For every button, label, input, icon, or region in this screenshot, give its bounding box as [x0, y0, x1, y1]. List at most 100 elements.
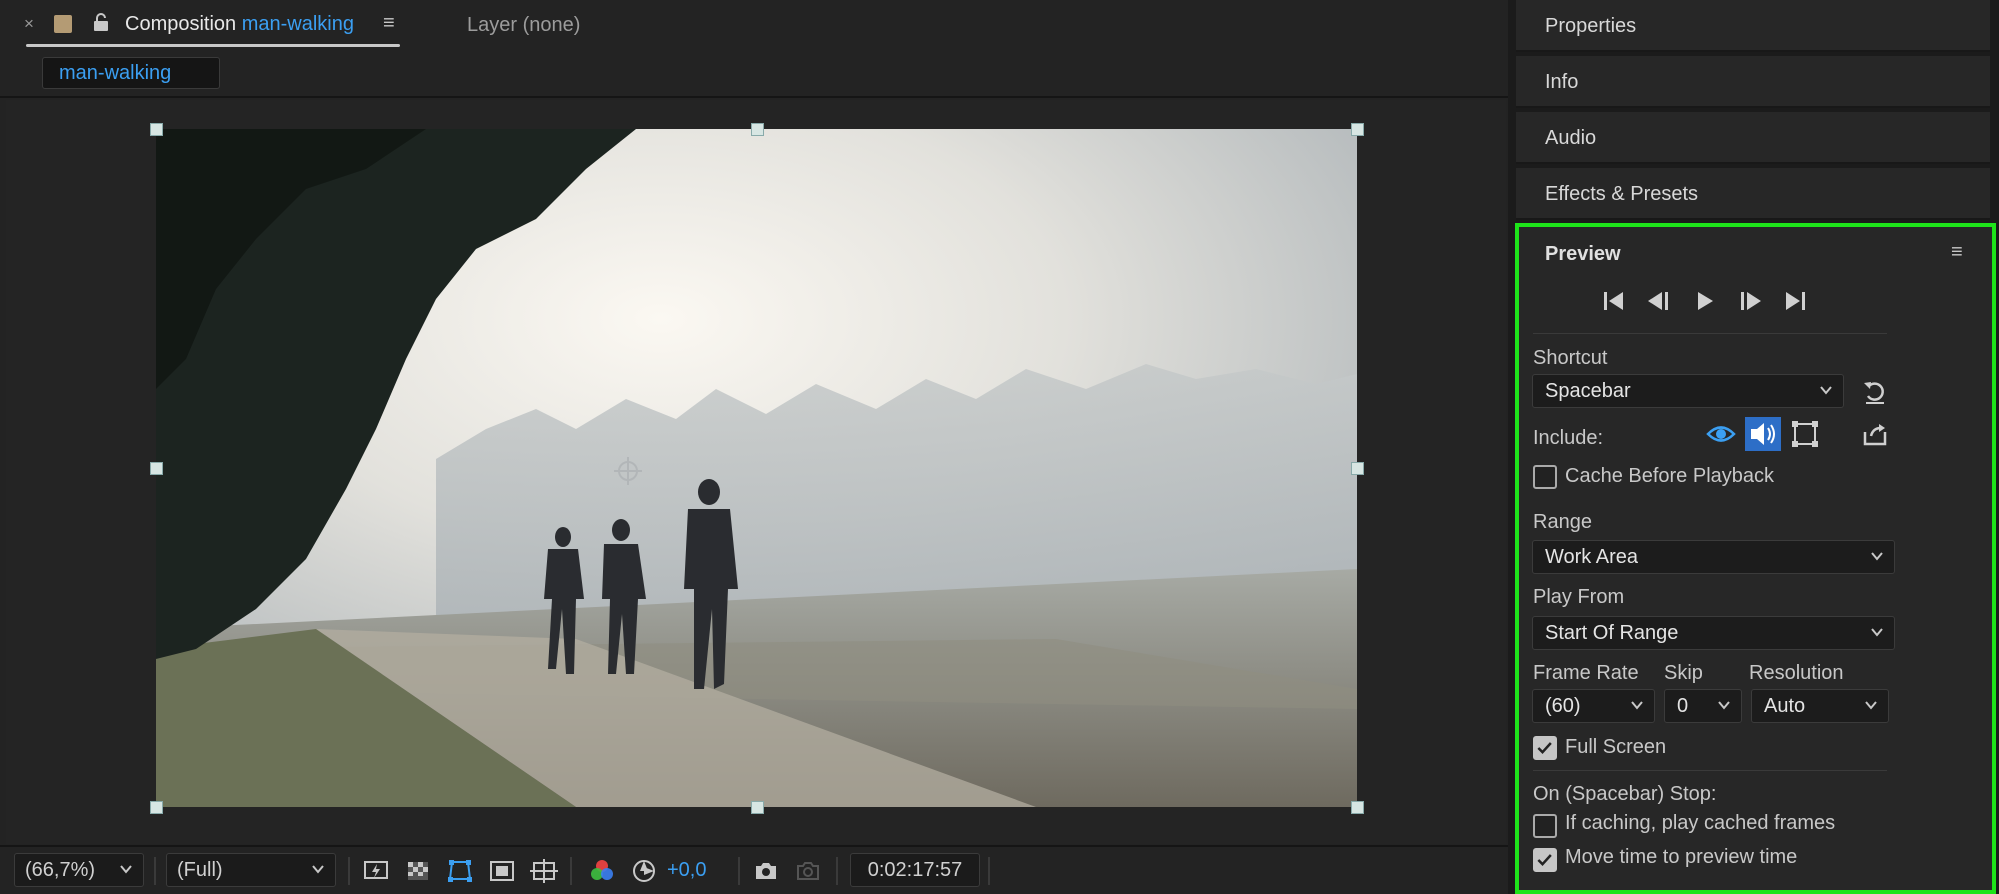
- audio-panel-header[interactable]: Audio: [1516, 112, 1990, 164]
- skip-value: 0: [1677, 695, 1689, 717]
- toolbar-divider: [154, 857, 156, 885]
- first-frame-icon[interactable]: [1600, 289, 1628, 313]
- include-label: Include:: [1533, 427, 1604, 449]
- composition-tab-name: man-walking: [241, 13, 354, 35]
- shortcut-label: Shortcut: [1533, 347, 1608, 369]
- preview-panel-title: Preview: [1545, 243, 1621, 265]
- range-dropdown[interactable]: Work Area: [1532, 540, 1895, 574]
- skip-dropdown[interactable]: 0: [1664, 689, 1742, 723]
- region-of-interest-icon[interactable]: [488, 857, 516, 885]
- panel-menu-icon[interactable]: ≡: [1951, 241, 1963, 264]
- toolbar-divider: [738, 857, 740, 885]
- toolbar-divider: [348, 857, 350, 885]
- shortcut-value: Spacebar: [1545, 380, 1631, 402]
- transform-handle-bottom-right[interactable]: [1351, 801, 1364, 814]
- composition-navigator-bar: man-walking: [0, 52, 1508, 98]
- include-video-eye-icon[interactable]: [1703, 417, 1739, 451]
- checkmark-icon: [1537, 742, 1552, 754]
- resolution-value: (Full): [177, 859, 223, 881]
- panel-menu-icon[interactable]: ≡: [383, 12, 395, 35]
- play-from-value: Start Of Range: [1545, 622, 1679, 644]
- include-overlays-icon[interactable]: [1787, 417, 1823, 451]
- chevron-down-icon: [1871, 552, 1883, 561]
- composition-tab[interactable]: Composition man-walking: [125, 13, 354, 36]
- transform-handle-top-right[interactable]: [1351, 123, 1364, 136]
- viewer-toolbar: (66,7%) (Full) +0,0 0:02:17:57: [0, 845, 1508, 894]
- frame-rate-label: Frame Rate: [1533, 662, 1639, 684]
- chevron-down-icon: [1820, 386, 1832, 395]
- info-panel-header[interactable]: Info: [1516, 56, 1990, 108]
- show-snapshot-icon[interactable]: [794, 857, 822, 885]
- resolution-dropdown[interactable]: (Full): [166, 853, 336, 887]
- exposure-value[interactable]: +0,0: [667, 859, 706, 882]
- reset-shortcut-icon[interactable]: [1861, 378, 1889, 406]
- magnification-dropdown[interactable]: (66,7%): [14, 853, 144, 887]
- mask-path-visibility-icon[interactable]: [446, 857, 474, 885]
- if-caching-label: If caching, play cached frames: [1565, 812, 1836, 834]
- properties-panel-header[interactable]: Properties: [1516, 0, 1990, 52]
- resolution-label: Resolution: [1749, 662, 1844, 684]
- chevron-down-icon: [312, 865, 324, 874]
- color-channel-icon[interactable]: [588, 857, 616, 885]
- toolbar-divider: [570, 857, 572, 885]
- lock-icon[interactable]: [92, 12, 110, 32]
- last-frame-icon[interactable]: [1781, 289, 1809, 313]
- toolbar-divider: [988, 857, 990, 885]
- active-tab-indicator: [26, 44, 400, 47]
- composition-tab-prefix: Composition: [125, 13, 237, 35]
- transform-handle-top[interactable]: [751, 123, 764, 136]
- composition-breadcrumb[interactable]: man-walking: [42, 57, 220, 89]
- if-caching-checkbox[interactable]: [1533, 814, 1557, 838]
- full-screen-label: Full Screen: [1565, 736, 1667, 758]
- transform-handle-bottom[interactable]: [751, 801, 764, 814]
- frame-rate-value: (60): [1545, 695, 1581, 717]
- chevron-down-icon: [1871, 628, 1883, 637]
- move-time-label: Move time to preview time: [1565, 846, 1798, 868]
- right-panel-stack: Properties Info Audio Effects & Presets …: [1508, 0, 1999, 894]
- checkmark-icon: [1537, 854, 1552, 866]
- range-value: Work Area: [1545, 546, 1638, 568]
- include-audio-speaker-icon[interactable]: [1745, 417, 1781, 451]
- cache-before-playback-label: Cache Before Playback: [1565, 465, 1775, 487]
- preview-panel: Preview ≡ Shortcut Spacebar Include: Cac…: [1515, 223, 1996, 894]
- transform-handle-bottom-left[interactable]: [150, 801, 163, 814]
- toolbar-divider: [836, 857, 838, 885]
- next-frame-icon[interactable]: [1736, 289, 1764, 313]
- transform-handle-top-left[interactable]: [150, 123, 163, 136]
- chevron-down-icon: [1865, 701, 1877, 710]
- move-time-checkbox[interactable]: [1533, 848, 1557, 872]
- section-divider: [1533, 333, 1887, 334]
- effects-presets-panel-header[interactable]: Effects & Presets: [1516, 168, 1990, 220]
- export-preview-icon[interactable]: [1861, 420, 1889, 448]
- magnification-value: (66,7%): [25, 859, 96, 881]
- video-frame: [156, 129, 1357, 807]
- layer-tab[interactable]: Layer (none): [467, 14, 580, 37]
- grid-and-guides-icon[interactable]: [530, 857, 558, 885]
- full-screen-checkbox[interactable]: [1533, 736, 1557, 760]
- preview-resolution-dropdown[interactable]: Auto: [1751, 689, 1889, 723]
- close-tab-icon[interactable]: ×: [24, 14, 34, 34]
- composition-viewer[interactable]: [6, 100, 1506, 844]
- play-icon[interactable]: [1691, 289, 1719, 313]
- cache-before-playback-checkbox[interactable]: [1533, 465, 1557, 489]
- preview-resolution-value: Auto: [1764, 695, 1806, 717]
- camera-snapshot-icon[interactable]: [752, 857, 780, 885]
- transform-handle-right[interactable]: [1351, 462, 1364, 475]
- composition-tab-bar: × Composition man-walking ≡ Layer (none): [0, 0, 1508, 52]
- transform-handle-left[interactable]: [150, 462, 163, 475]
- chevron-down-icon: [1718, 701, 1730, 710]
- chevron-down-icon: [1631, 701, 1643, 710]
- transparency-grid-icon[interactable]: [404, 857, 432, 885]
- current-time-display[interactable]: 0:02:17:57: [850, 853, 980, 887]
- previous-frame-icon[interactable]: [1645, 289, 1673, 313]
- play-from-dropdown[interactable]: Start Of Range: [1532, 616, 1895, 650]
- label-color-swatch[interactable]: [54, 15, 72, 33]
- fast-previews-icon[interactable]: [362, 857, 390, 885]
- composition-panel: × Composition man-walking ≡ Layer (none)…: [0, 0, 1508, 894]
- reset-exposure-icon[interactable]: [630, 857, 658, 885]
- frame-rate-dropdown[interactable]: (60): [1532, 689, 1655, 723]
- shortcut-dropdown[interactable]: Spacebar: [1532, 374, 1844, 408]
- chevron-down-icon: [120, 865, 132, 874]
- range-label: Range: [1533, 511, 1592, 533]
- play-from-label: Play From: [1533, 586, 1625, 608]
